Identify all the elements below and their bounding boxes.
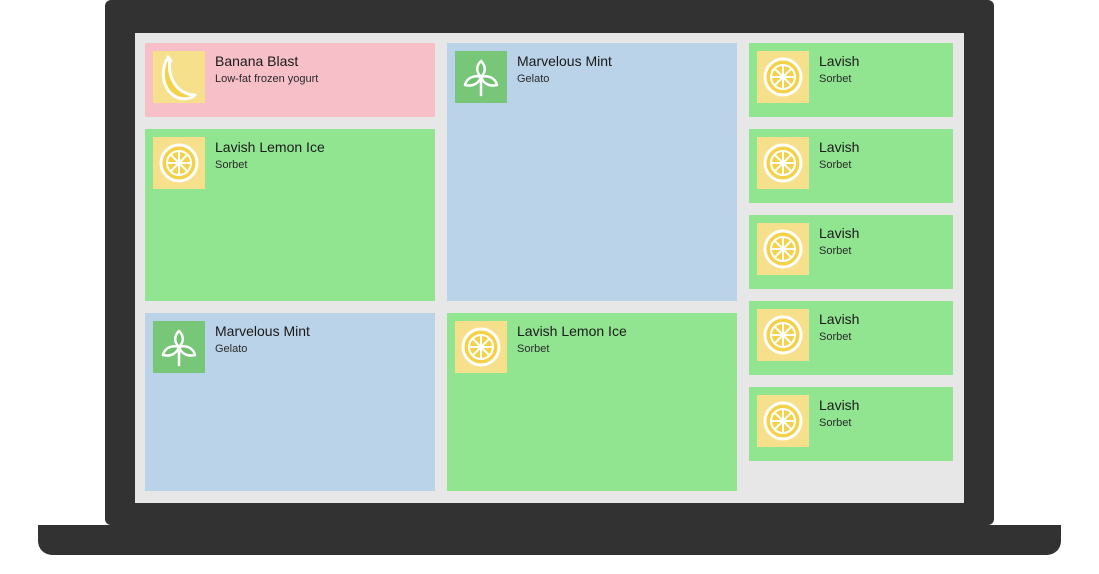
tile-subtitle: Sorbet [819, 72, 859, 86]
lemon-icon [757, 137, 809, 189]
tile-title: Banana Blast [215, 53, 318, 71]
tile-subtitle: Gelato [517, 72, 612, 86]
tile-subtitle: Gelato [215, 342, 310, 356]
lemon-icon [757, 223, 809, 275]
tile-subtitle: Sorbet [819, 158, 859, 172]
mint-icon [455, 51, 507, 103]
laptop-frame: Banana Blast Low-fat frozen yogurt Lavis… [0, 0, 1099, 574]
tile-title: Marvelous Mint [517, 53, 612, 71]
tile-subtitle: Sorbet [819, 416, 859, 430]
lemon-icon [153, 137, 205, 189]
tile-lavish[interactable]: Lavish Sorbet [749, 301, 953, 375]
banana-icon [153, 51, 205, 103]
app-screen: Banana Blast Low-fat frozen yogurt Lavis… [135, 33, 964, 503]
tile-title: Lavish [819, 311, 859, 329]
tile-lavish[interactable]: Lavish Sorbet [749, 43, 953, 117]
tile-title: Lavish Lemon Ice [215, 139, 325, 157]
tile-title: Lavish [819, 53, 859, 71]
tile-lavish[interactable]: Lavish Sorbet [749, 387, 953, 461]
tile-subtitle: Sorbet [517, 342, 627, 356]
lemon-icon [757, 51, 809, 103]
tile-title: Lavish [819, 397, 859, 415]
tile-lavish-lemon-ice[interactable]: Lavish Lemon Ice Sorbet [145, 129, 435, 301]
tile-title: Lavish [819, 139, 859, 157]
laptop-base [38, 525, 1061, 555]
tile-title: Marvelous Mint [215, 323, 310, 341]
tile-lavish[interactable]: Lavish Sorbet [749, 129, 953, 203]
tile-marvelous-mint[interactable]: Marvelous Mint Gelato [145, 313, 435, 491]
tile-subtitle: Sorbet [819, 244, 859, 258]
tile-banana-blast[interactable]: Banana Blast Low-fat frozen yogurt [145, 43, 435, 117]
tile-title: Lavish Lemon Ice [517, 323, 627, 341]
lemon-icon [455, 321, 507, 373]
tile-lavish-lemon-ice[interactable]: Lavish Lemon Ice Sorbet [447, 313, 737, 491]
tile-subtitle: Sorbet [819, 330, 859, 344]
lemon-icon [757, 309, 809, 361]
mint-icon [153, 321, 205, 373]
lemon-icon [757, 395, 809, 447]
tile-grid: Banana Blast Low-fat frozen yogurt Lavis… [145, 43, 954, 493]
tile-marvelous-mint[interactable]: Marvelous Mint Gelato [447, 43, 737, 301]
tile-title: Lavish [819, 225, 859, 243]
tile-lavish[interactable]: Lavish Sorbet [749, 215, 953, 289]
tile-subtitle: Sorbet [215, 158, 325, 172]
tile-subtitle: Low-fat frozen yogurt [215, 72, 318, 86]
